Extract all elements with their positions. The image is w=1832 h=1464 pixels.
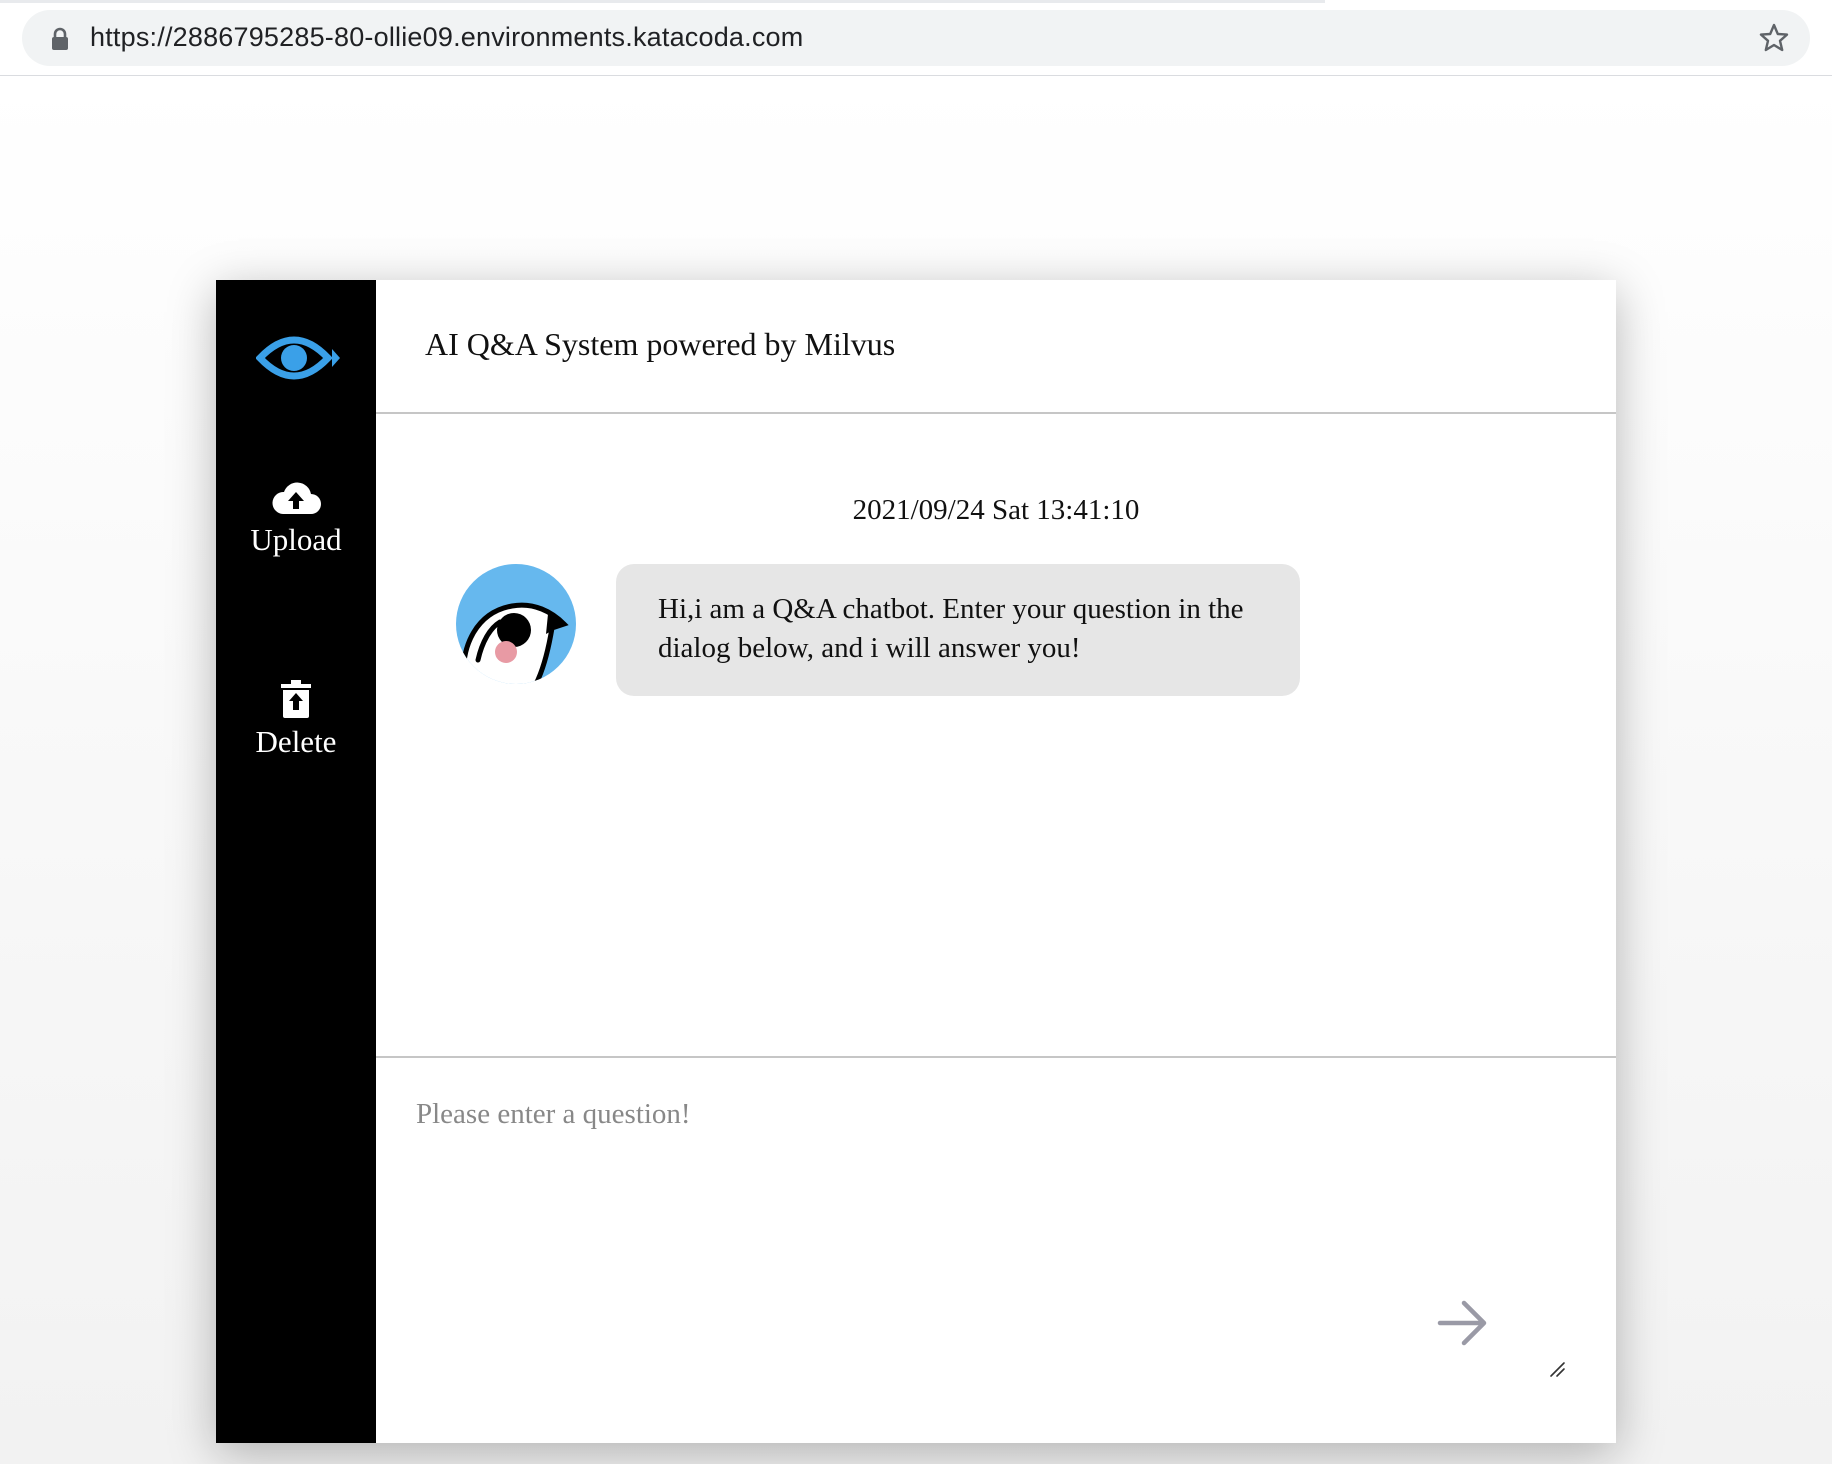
- sidebar: Upload Delete: [216, 280, 376, 1443]
- page-viewport: Upload Delete AI Q&A System powered by M…: [0, 76, 1832, 1464]
- cloud-upload-icon: [272, 482, 321, 514]
- lock-icon[interactable]: [50, 27, 70, 51]
- page-title: AI Q&A System powered by Milvus: [425, 326, 896, 362]
- header: AI Q&A System powered by Milvus: [376, 280, 1616, 414]
- message-timestamp: 2021/09/24 Sat 13:41:10: [852, 494, 1140, 526]
- upload-button[interactable]: Upload: [216, 480, 376, 558]
- page-load-progress: [0, 0, 1325, 3]
- delete-label: Delete: [255, 724, 337, 759]
- question-input-area: [376, 1058, 1616, 1443]
- delete-button[interactable]: Delete: [216, 680, 376, 760]
- browser-toolbar: https://2886795285-80-ollie09.environmen…: [0, 0, 1832, 76]
- bot-avatar: [456, 564, 576, 684]
- bookmark-star-icon[interactable]: [1758, 22, 1790, 54]
- url-text[interactable]: https://2886795285-80-ollie09.environmen…: [90, 22, 803, 53]
- resize-handle-icon[interactable]: [1548, 1360, 1566, 1378]
- milvus-eye-logo-icon: [256, 336, 340, 380]
- chat-history[interactable]: 2021/09/24 Sat 13:41:10 Hi,i am a Q&A ch…: [376, 414, 1616, 1058]
- send-arrow-icon[interactable]: [1436, 1298, 1488, 1348]
- address-bar[interactable]: https://2886795285-80-ollie09.environmen…: [22, 10, 1810, 66]
- chat-app: Upload Delete AI Q&A System powered by M…: [216, 280, 1616, 1443]
- bot-message-bubble: Hi,i am a Q&A chatbot. Enter your questi…: [616, 564, 1300, 696]
- question-input[interactable]: [416, 1098, 1496, 1398]
- upload-label: Upload: [250, 522, 342, 557]
- trash-icon: [281, 680, 311, 718]
- main-panel: AI Q&A System powered by Milvus 2021/09/…: [376, 280, 1616, 1443]
